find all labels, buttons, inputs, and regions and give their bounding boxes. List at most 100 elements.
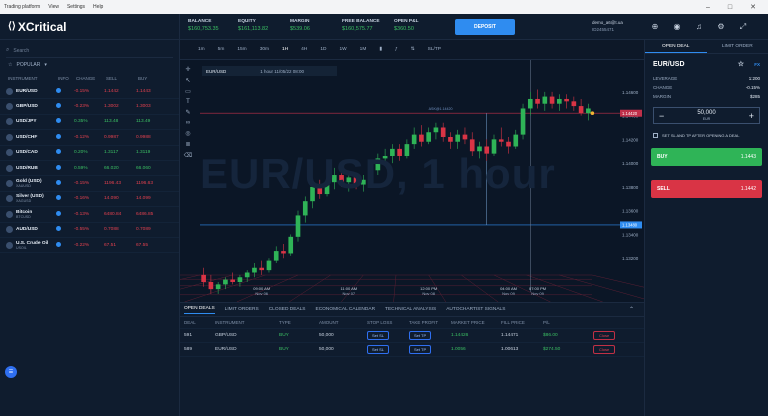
buy-price[interactable]: 1196.63 <box>136 181 168 186</box>
sell-price[interactable]: 66.020 <box>104 166 136 171</box>
watchlist-row[interactable]: U.S. Crude Oil USOIL -0.22% 67.51 67.55 <box>0 238 179 254</box>
info-icon[interactable] <box>56 180 61 186</box>
tab-open-deal[interactable]: OPEN DEAL <box>645 40 707 53</box>
buy-price[interactable]: 1.3119 <box>136 150 168 155</box>
buy-price[interactable]: 113.49 <box>136 119 168 124</box>
watchlist-row[interactable]: USD/CHF -0.12% 0.9987 0.9988 <box>0 130 179 146</box>
sell-button[interactable]: SELL 1.1442 <box>651 180 762 198</box>
info-icon[interactable] <box>56 118 61 124</box>
menu-settings[interactable]: Settings <box>67 4 85 10</box>
sltp-checkbox[interactable]: SET SL AND TP AFTER OPENING A DEAL <box>653 130 760 140</box>
watchlist-row[interactable]: Silver (USD) XAGUSD -0.16% 14.090 14.099 <box>0 192 179 208</box>
watchlist-row[interactable]: USD/JPY 0.35% 113.48 113.49 <box>0 115 179 131</box>
timeframe-4h[interactable]: 4H <box>301 47 307 52</box>
timeframe-30m[interactable]: 30m <box>260 47 269 52</box>
watchlist-row[interactable]: EUR/USD -0.15% 1.1442 1.1443 <box>0 84 179 100</box>
buy-price[interactable]: 0.7089 <box>136 227 168 232</box>
tab-limit-orders[interactable]: LIMIT ORDERS <box>225 307 259 312</box>
rectangle-icon[interactable]: ▭ <box>185 88 191 95</box>
search-box[interactable]: ⌕ Search <box>6 44 173 58</box>
watchlist-row[interactable]: USD/RUB 0.59% 66.020 66.060 <box>0 161 179 177</box>
sltp-toggle[interactable]: SL/TP <box>428 47 441 52</box>
minimize-icon[interactable]: – <box>706 4 710 11</box>
sell-price[interactable]: 0.9987 <box>104 135 136 140</box>
info-icon[interactable] <box>56 133 61 139</box>
gear-icon[interactable]: ⚙ <box>716 22 726 32</box>
set-tp-button[interactable]: Set TP <box>409 331 432 340</box>
watchlist-row[interactable]: Gold (USD) XAUUSD -0.15% 1196.43 1196.63 <box>0 176 179 192</box>
minus-icon[interactable]: − <box>659 111 664 121</box>
buy-price[interactable]: 0.9988 <box>136 135 168 140</box>
tab-autochartist-signals[interactable]: AUTOCHARTIST SIGNALS <box>446 307 505 312</box>
menu-view[interactable]: View <box>48 4 59 10</box>
timeframe-5m[interactable]: 5m <box>218 47 225 52</box>
trash-icon[interactable]: ⌫ <box>184 152 192 159</box>
timeframe-1w[interactable]: 1W <box>339 47 346 52</box>
pencil-icon[interactable]: ✎ <box>185 109 190 116</box>
close-deal-button[interactable]: Close <box>593 345 616 354</box>
timeframe-1h[interactable]: 1H <box>282 47 288 52</box>
favorite-star-icon[interactable]: ☆ <box>738 60 744 68</box>
info-icon[interactable] <box>56 87 61 93</box>
table-row[interactable]: 589 EUR/USD BUY 50,000 Set SL Set TP 1.0056 1.0… <box>180 343 644 357</box>
buy-price[interactable]: 1.1443 <box>136 89 168 94</box>
timeframe-1m[interactable]: 1M <box>360 47 367 52</box>
sell-price[interactable]: 0.7088 <box>104 227 136 232</box>
buy-price[interactable]: 1.3003 <box>136 104 168 109</box>
eye-icon[interactable]: ◎ <box>185 130 190 137</box>
amount-stepper[interactable]: − 50,000 EUR + <box>653 107 760 124</box>
info-icon[interactable] <box>56 149 61 155</box>
buy-price[interactable]: 67.55 <box>136 243 168 248</box>
watchlist-row[interactable]: Bitcoin BTCUSD -0.13% 6480.84 6486.85 <box>0 207 179 223</box>
maximize-icon[interactable]: □ <box>728 4 732 11</box>
timeframe-1m[interactable]: 1m <box>198 47 205 52</box>
watchlist-row[interactable]: AUD/USD -0.55% 0.7088 0.7089 <box>0 223 179 238</box>
sell-price[interactable]: 1.3002 <box>104 104 136 109</box>
sell-price[interactable]: 6480.84 <box>104 212 136 217</box>
text-icon[interactable]: T <box>186 99 190 105</box>
crosshair-icon[interactable]: ✛ <box>185 66 190 73</box>
tab-limit-order[interactable]: LIMIT ORDER <box>707 40 768 53</box>
amount-field[interactable]: 50,000 EUR <box>697 110 715 122</box>
indicators-icon[interactable]: ƒ <box>395 47 398 52</box>
info-icon[interactable] <box>56 241 61 247</box>
link-icon[interactable]: ∞ <box>186 120 190 126</box>
fullscreen-icon[interactable]: ⤢ <box>738 22 748 32</box>
info-icon[interactable] <box>56 226 61 232</box>
deposit-button[interactable]: DEPOSIT <box>455 19 515 35</box>
set-tp-button[interactable]: Set TP <box>409 345 432 354</box>
sell-price[interactable]: 14.090 <box>104 196 136 201</box>
buy-price[interactable]: 6486.85 <box>136 212 168 217</box>
tab-economical-calendar[interactable]: ECONOMICAL CALENDAR <box>316 307 376 312</box>
info-icon[interactable] <box>56 103 61 109</box>
compare-icon[interactable]: ⇅ <box>411 47 415 52</box>
sell-price[interactable]: 67.51 <box>104 243 136 248</box>
sell-price[interactable]: 113.48 <box>104 119 136 124</box>
close-deal-button[interactable]: Close <box>593 331 616 340</box>
buy-price[interactable]: 14.099 <box>136 196 168 201</box>
buy-price[interactable]: 66.060 <box>136 166 168 171</box>
search-input[interactable]: Search <box>13 48 29 54</box>
sell-price[interactable]: 1196.43 <box>104 181 136 186</box>
menu-app[interactable]: Trading platform <box>4 4 40 10</box>
tab-technical-analysis[interactable]: TECHNICAL ANALYSIS <box>385 307 436 312</box>
add-icon[interactable]: ⊕ <box>650 22 660 32</box>
set-sl-button[interactable]: Set SL <box>367 345 390 354</box>
sell-price[interactable]: 1.1442 <box>104 89 136 94</box>
watchlist-row[interactable]: GBP/USD -0.23% 1.3002 1.3003 <box>0 99 179 115</box>
account-info[interactable]: demo_a6@t.ua ID2455471 <box>592 20 623 32</box>
menu-help[interactable]: Help <box>93 4 103 10</box>
tab-closed-deals[interactable]: CLOSED DEALS <box>269 307 306 312</box>
watchlist-group[interactable]: ☆ POPULAR ▾ <box>0 58 179 72</box>
user-icon[interactable]: ◉ <box>672 22 682 32</box>
menu-button[interactable]: ☰ <box>5 366 17 378</box>
info-icon[interactable] <box>56 210 61 216</box>
bell-icon[interactable]: ♫ <box>694 22 704 32</box>
checkbox-icon[interactable] <box>653 132 658 138</box>
candles-icon[interactable]: ▮ <box>379 47 382 52</box>
sell-price[interactable]: 1.3117 <box>104 150 136 155</box>
tab-open-deals[interactable]: OPEN DEALS <box>184 306 215 314</box>
info-icon[interactable] <box>56 164 61 170</box>
info-icon[interactable] <box>56 195 61 201</box>
table-row[interactable]: 591 GBP/USD BUY 50,000 Set SL Set TP 1.14426 1.… <box>180 329 644 343</box>
